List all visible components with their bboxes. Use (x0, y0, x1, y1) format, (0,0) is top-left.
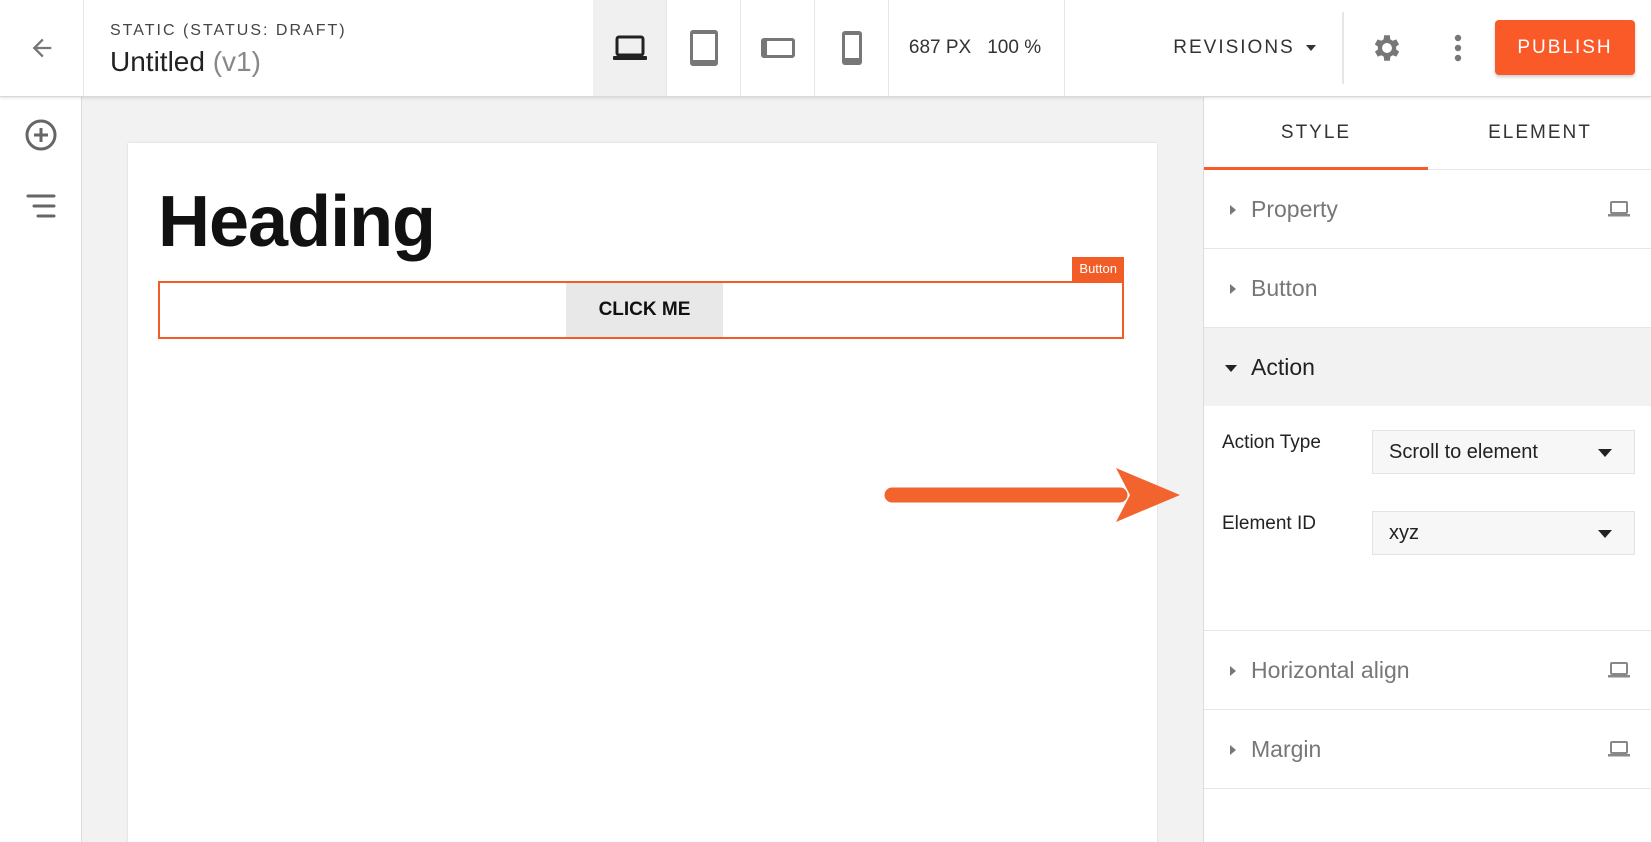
zoom-info: 687 PX 100 % (886, 0, 1065, 96)
device-phone-button[interactable] (815, 0, 889, 96)
action-settings: Action Type Scroll to element Element ID… (1204, 406, 1651, 631)
arrow-left-icon (32, 38, 51, 58)
panel-tabs: STYLE ELEMENT (1204, 97, 1651, 170)
selected-button-block[interactable]: Button CLICK ME (158, 257, 1124, 339)
section-action[interactable]: Action (1204, 328, 1651, 406)
settings-button[interactable] (1364, 25, 1410, 71)
selection-tag: Button (1072, 257, 1124, 281)
back-button[interactable] (0, 0, 84, 96)
element-id-label: Element ID (1222, 513, 1316, 534)
click-me-button[interactable]: CLICK ME (566, 283, 723, 337)
caret-right-icon (1230, 666, 1236, 676)
caret-right-icon (1230, 205, 1236, 215)
add-circle-icon (25, 119, 57, 151)
title-text: Untitled (110, 46, 205, 77)
layers-list-icon (26, 194, 56, 218)
device-tablet-button[interactable] (667, 0, 741, 96)
document-title-block: STATIC (STATUS: DRAFT) Untitled (v1) (110, 22, 347, 78)
laptop-icon (1608, 662, 1630, 678)
section-label: Button (1251, 274, 1318, 301)
status-line: STATIC (STATUS: DRAFT) (110, 22, 347, 39)
laptop-icon (1608, 741, 1630, 757)
caret-down-icon (1305, 45, 1316, 51)
section-property[interactable]: Property (1204, 170, 1651, 249)
tablet-icon (689, 30, 718, 66)
caret-right-icon (1230, 284, 1236, 294)
width-readout: 687 PX (908, 37, 972, 58)
section-margin[interactable]: Margin (1204, 710, 1651, 789)
add-element-button[interactable] (17, 111, 65, 159)
section-horizontal-align[interactable]: Horizontal align (1204, 631, 1651, 710)
top-bar: STATIC (STATUS: DRAFT) Untitled (v1) 687… (0, 0, 1651, 97)
tablet-landscape-icon (760, 38, 795, 58)
phone-icon (841, 31, 862, 65)
device-tablet-landscape-button[interactable] (741, 0, 815, 96)
section-button[interactable]: Button (1204, 249, 1651, 328)
section-label: Horizontal align (1251, 656, 1410, 683)
action-type-label: Action Type (1222, 432, 1321, 453)
annotation-arrow (884, 468, 1180, 522)
more-vertical-icon (1454, 34, 1462, 62)
page-title[interactable]: Untitled (v1) (110, 46, 347, 78)
heading-element[interactable]: Heading (158, 181, 436, 263)
revisions-dropdown[interactable]: REVISIONS (1150, 0, 1340, 96)
tab-style[interactable]: STYLE (1204, 97, 1428, 170)
version-text: (v1) (212, 46, 261, 77)
more-options-button[interactable] (1440, 25, 1476, 71)
zoom-readout: 100 % (987, 37, 1042, 58)
device-laptop-button[interactable] (593, 0, 667, 96)
element-id-value: xyz (1389, 521, 1419, 544)
caret-down-icon (1225, 365, 1237, 372)
element-id-select[interactable]: xyz (1372, 511, 1635, 555)
divider (1342, 12, 1344, 84)
gear-icon (1374, 35, 1400, 61)
tab-element[interactable]: ELEMENT (1428, 97, 1651, 169)
action-type-value: Scroll to element (1389, 440, 1538, 463)
properties-panel: STYLE ELEMENT Property Button Action Act… (1203, 97, 1651, 842)
laptop-icon (612, 35, 647, 60)
action-type-select[interactable]: Scroll to element (1372, 430, 1635, 474)
revisions-label: REVISIONS (1173, 37, 1295, 58)
section-label: Margin (1251, 735, 1322, 762)
dropdown-arrow-icon (1598, 449, 1612, 457)
publish-button[interactable]: PUBLISH (1495, 20, 1635, 75)
dropdown-arrow-icon (1598, 530, 1612, 538)
left-rail (0, 97, 82, 842)
layers-button[interactable] (17, 182, 65, 230)
section-label: Action (1251, 353, 1315, 380)
section-label: Property (1251, 195, 1338, 222)
device-switcher (593, 0, 889, 96)
caret-right-icon (1230, 745, 1236, 755)
laptop-icon (1608, 201, 1630, 217)
